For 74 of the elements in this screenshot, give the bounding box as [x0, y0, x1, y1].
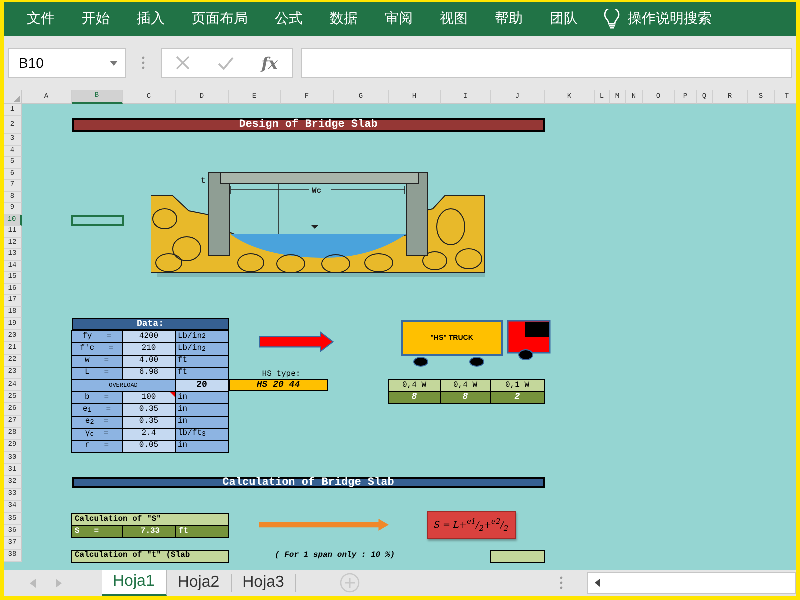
table-cell: 210	[122, 342, 176, 356]
ribbon-tab[interactable]: 团队	[539, 10, 589, 28]
span-label: Wc	[312, 187, 322, 196]
table-cell: 4200	[122, 330, 176, 344]
table-cell: ft	[175, 525, 229, 538]
grip-icon	[142, 56, 145, 70]
ribbon-tab[interactable]: 帮助	[484, 10, 534, 28]
table-cell: 0.05	[122, 440, 176, 454]
table-cell: L =	[71, 366, 123, 380]
hs-type-label: HS type:	[261, 368, 302, 379]
formula-input-field[interactable]	[301, 48, 792, 78]
table-header: Calculation of "t" (Slab	[71, 550, 229, 563]
add-sheet-icon[interactable]	[340, 573, 360, 593]
caret-icon	[110, 60, 118, 66]
table-cell: 7.33	[122, 525, 176, 538]
ribbon-tab[interactable]: 文件	[16, 10, 66, 28]
ribbon-tab[interactable]: 视图	[429, 10, 479, 28]
table-cell	[490, 550, 545, 563]
horizontal-scrollbar[interactable]	[587, 572, 796, 594]
table-header: Calculation of "S"	[71, 513, 229, 526]
table-cell: 8	[440, 391, 491, 404]
sheet-title: Design of Bridge Slab	[72, 118, 545, 132]
selected-cell[interactable]	[71, 214, 124, 226]
table-cell: 0,1 W	[490, 378, 545, 392]
table-cell: 2	[490, 391, 545, 404]
table-cell: 0,4 W	[440, 378, 491, 392]
previous-sheet-icon[interactable]	[30, 578, 36, 588]
section-title: Calculation of Bridge Slab	[72, 477, 545, 488]
hs-type-cell: HS 20 44	[229, 378, 328, 392]
scroll-left-icon[interactable]	[595, 579, 600, 587]
table-cell: in	[175, 403, 229, 416]
select-all-icon[interactable]	[14, 96, 20, 102]
table-cell: 0,4 W	[388, 378, 441, 392]
table-cell: b =	[71, 391, 123, 404]
table-cell: 8	[388, 391, 441, 404]
next-sheet-icon[interactable]	[56, 578, 62, 588]
ribbon-tab[interactable]: 数据	[319, 10, 369, 28]
grip-icon[interactable]	[560, 576, 564, 590]
sheet-tab[interactable]: Hoja1	[102, 570, 167, 596]
table-cell: 100	[122, 391, 176, 404]
table-cell: f'c =	[71, 342, 123, 356]
ribbon-tab[interactable]: 插入	[126, 10, 176, 28]
table-cell: 0.35	[122, 416, 176, 429]
table-cell: in	[175, 440, 229, 454]
name-box[interactable]: B10	[8, 48, 126, 78]
table-header: Data:	[72, 318, 229, 330]
ribbon-tab[interactable]: 开始	[71, 10, 121, 28]
table-cell: 0.35	[122, 403, 176, 416]
table-cell: S =	[71, 525, 123, 538]
sheet-tab[interactable]: Hoja2	[166, 574, 232, 592]
ribbon-tab[interactable]: 页面布局	[181, 10, 259, 28]
table-cell: ft	[175, 366, 229, 380]
table-cell: ft	[175, 354, 229, 368]
tell-me-search[interactable]: 操作说明搜索	[628, 10, 712, 28]
table-cell: 4.00	[122, 354, 176, 368]
table-cell: in	[175, 391, 229, 404]
table-cell: r =	[71, 440, 123, 454]
cancel-icon[interactable]	[176, 56, 190, 70]
sheet-tab[interactable]: Hoja3	[232, 574, 296, 592]
table-cell: fy =	[71, 330, 123, 344]
ribbon-tab[interactable]: 公式	[264, 10, 314, 28]
note-text: ( For 1 span only : 10 %)	[274, 550, 396, 562]
table-cell: 2.4	[122, 428, 176, 441]
truck-cab-drawing	[507, 320, 551, 360]
ribbon-tab[interactable]: 审阅	[374, 10, 424, 28]
thickness-label: t	[201, 177, 206, 186]
table-cell: w =	[71, 354, 123, 368]
table-cell: 6.98	[122, 366, 176, 380]
insert-function-button[interactable]: fx	[262, 54, 278, 72]
formula-button[interactable]: S = L+$^{e1}$/$_{2}$+$^{e2}$/$_{2}$	[427, 511, 516, 540]
arrow-icon	[259, 518, 389, 532]
table-cell: in	[175, 416, 229, 429]
check-icon[interactable]	[218, 56, 234, 70]
lightbulb-icon	[604, 9, 620, 29]
